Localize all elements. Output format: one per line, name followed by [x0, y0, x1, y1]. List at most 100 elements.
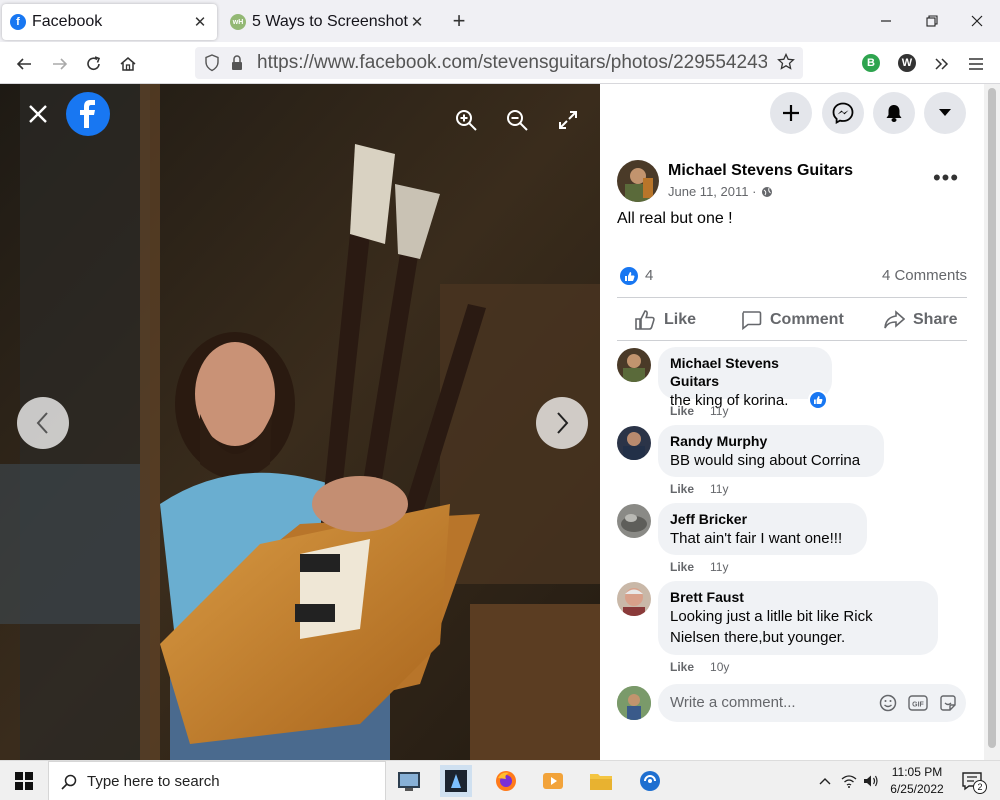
menu-icon[interactable]	[962, 50, 990, 78]
lock-icon[interactable]	[230, 54, 244, 77]
comment-icon	[742, 311, 762, 331]
zoom-in-icon[interactable]	[452, 106, 480, 134]
navigation-bar: https://www.facebook.com/stevensguitars/…	[0, 42, 1000, 84]
comment-composer[interactable]: Write a comment... GIF	[658, 684, 966, 722]
comment-bubble: Randy Murphy BB would sing about Corrina	[658, 425, 884, 477]
search-icon	[61, 774, 77, 795]
comment-count[interactable]: 4 Comments	[882, 267, 967, 284]
globe-icon	[762, 186, 773, 197]
url-text: https://www.facebook.com/stevensguitars/…	[257, 52, 767, 73]
messenger-button[interactable]	[822, 92, 864, 134]
guitar-photo	[0, 84, 600, 760]
gif-icon[interactable]: GIF	[908, 693, 928, 713]
like-reaction-icon[interactable]	[620, 267, 638, 285]
forward-button[interactable]	[46, 50, 74, 78]
new-tab-button[interactable]: +	[446, 8, 472, 34]
comment-meta: Like 11y	[670, 560, 728, 574]
account-menu-button[interactable]	[924, 92, 966, 134]
comment-bubble: Jeff Bricker That ain't fair I want one!…	[658, 503, 867, 555]
tab-facebook[interactable]: f Facebook ✕	[2, 4, 217, 40]
close-window-button[interactable]	[954, 0, 1000, 42]
wifi-icon[interactable]	[840, 773, 858, 789]
back-button[interactable]	[10, 50, 38, 78]
file-explorer-icon[interactable]	[585, 765, 617, 797]
post-author[interactable]: Michael Stevens Guitars	[668, 162, 853, 180]
windows-start-icon[interactable]	[8, 765, 40, 797]
taskbar: Type here to search 11:05 PM 6/25/2022 2	[0, 760, 1000, 800]
comment-text-line: Looking just a litlle bit like Rick	[670, 608, 873, 625]
extension-w-icon[interactable]: W	[898, 54, 916, 72]
bell-icon	[886, 105, 902, 122]
facebook-favicon-icon: f	[10, 14, 26, 30]
comment-like-link[interactable]: Like	[670, 560, 694, 574]
comment-author[interactable]: Jeff Bricker	[670, 510, 855, 528]
notification-count-badge: 2	[973, 780, 987, 794]
app-icon-2[interactable]	[440, 765, 472, 797]
comment-like-reaction-icon[interactable]	[808, 390, 828, 410]
comment-meta: Like 10y	[670, 660, 729, 674]
system-clock[interactable]: 11:05 PM 6/25/2022	[886, 764, 948, 798]
like-button[interactable]: Like	[634, 305, 696, 335]
taskbar-search-box[interactable]: Type here to search	[48, 761, 386, 800]
facebook-logo-icon[interactable]	[66, 92, 110, 136]
plus-icon	[783, 105, 799, 121]
current-user-avatar[interactable]	[617, 686, 651, 720]
tab-title: 5 Ways to Screenshot in	[252, 13, 408, 30]
volume-icon[interactable]	[862, 773, 880, 789]
comment-like-link[interactable]: Like	[670, 482, 694, 496]
emoji-icon[interactable]	[878, 693, 898, 713]
comment-author[interactable]: Randy Murphy	[670, 432, 872, 450]
comment-age[interactable]: 11y	[710, 482, 728, 496]
commenter-avatar[interactable]	[617, 582, 651, 616]
comment-like-link[interactable]: Like	[670, 660, 694, 674]
comment-text: That ain't fair I want one!!!	[670, 530, 843, 547]
restore-button[interactable]	[909, 0, 955, 42]
extension-b-icon[interactable]: B	[862, 54, 880, 72]
page-avatar[interactable]	[617, 160, 659, 202]
media-player-icon[interactable]	[537, 765, 569, 797]
close-tab-icon[interactable]: ✕	[408, 13, 426, 31]
next-photo-button[interactable]	[536, 397, 588, 449]
fullscreen-icon[interactable]	[554, 106, 582, 134]
more-tools-icon[interactable]	[928, 50, 956, 78]
comment-button[interactable]: Comment	[740, 305, 844, 335]
comment-age[interactable]: 10y	[710, 660, 729, 674]
app-icon-3[interactable]	[634, 765, 666, 797]
commenter-avatar[interactable]	[617, 348, 651, 382]
share-button[interactable]: Share	[883, 305, 957, 335]
comment-bubble: Michael Stevens Guitars the king of kori…	[658, 347, 832, 409]
show-hidden-icons-icon[interactable]	[816, 773, 834, 789]
firefox-icon[interactable]	[490, 765, 522, 797]
zoom-out-icon[interactable]	[503, 106, 531, 134]
commenter-avatar[interactable]	[617, 504, 651, 538]
comment-like-link[interactable]: Like	[670, 404, 694, 418]
post-date[interactable]: June 11, 2011 ·	[668, 184, 773, 199]
comment-meta: Like 11y	[670, 482, 728, 496]
comment-age[interactable]: 11y	[710, 404, 728, 418]
comment-age[interactable]: 11y	[710, 560, 728, 574]
address-bar[interactable]: https://www.facebook.com/stevensguitars/…	[195, 47, 803, 79]
scrollbar-thumb[interactable]	[988, 88, 996, 748]
create-button[interactable]	[770, 92, 812, 134]
reaction-count[interactable]: 4	[645, 267, 653, 284]
comment-author[interactable]: Michael Stevens Guitars	[670, 354, 820, 390]
comment-input[interactable]: Write a comment...	[670, 694, 796, 711]
post-options-button[interactable]: •••	[930, 167, 962, 192]
bookmark-star-icon[interactable]	[777, 52, 795, 76]
tab-screenshot-article[interactable]: wH 5 Ways to Screenshot in ✕	[222, 4, 434, 40]
commenter-avatar[interactable]	[617, 426, 651, 460]
reload-button[interactable]	[80, 50, 108, 78]
tracking-protection-icon[interactable]	[204, 54, 220, 77]
minimize-button[interactable]	[863, 0, 909, 42]
close-tab-icon[interactable]: ✕	[191, 13, 209, 31]
close-viewer-icon[interactable]	[18, 94, 58, 134]
app-icon-1[interactable]	[393, 765, 425, 797]
notifications-button[interactable]	[873, 92, 915, 134]
comment-author[interactable]: Brett Faust	[670, 588, 926, 606]
home-button[interactable]	[114, 50, 142, 78]
notification-center-icon[interactable]: 2	[956, 765, 988, 797]
chevron-left-icon	[36, 412, 48, 434]
photo-viewer[interactable]	[0, 84, 600, 760]
sticker-icon[interactable]	[938, 693, 958, 713]
previous-photo-button[interactable]	[17, 397, 69, 449]
